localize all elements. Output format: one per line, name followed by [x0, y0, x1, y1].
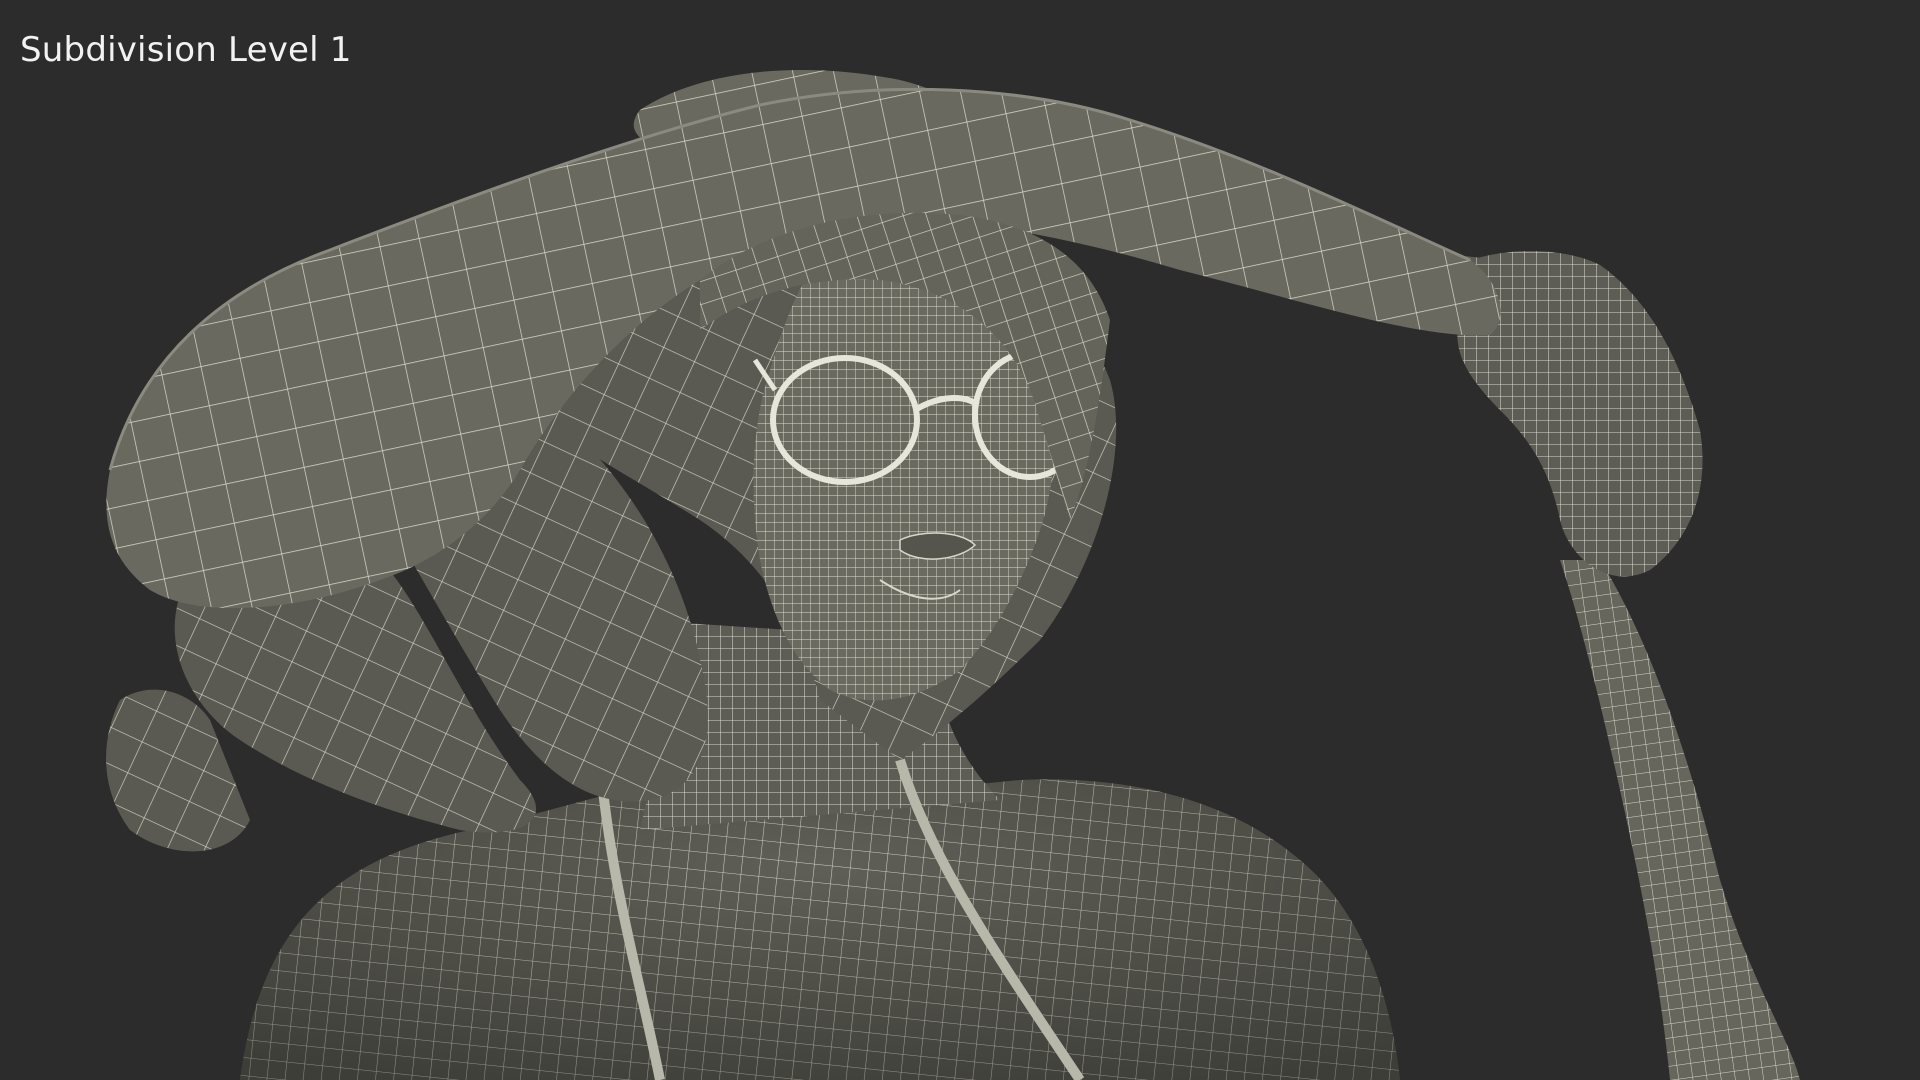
- subdivision-level-label: Subdivision Level 1: [20, 30, 352, 70]
- torso-mesh: [240, 774, 1400, 1080]
- raised-arm-mesh: [1560, 560, 1800, 1080]
- render-viewport: Subdivision Level 1: [0, 0, 1920, 1080]
- wireframe-render: [106, 70, 1800, 1080]
